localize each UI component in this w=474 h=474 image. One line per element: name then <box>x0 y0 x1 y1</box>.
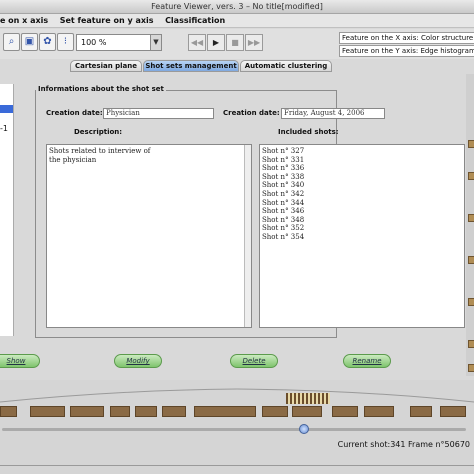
tab-automatic-clustering[interactable]: Automatic clustering <box>240 60 332 72</box>
list-item[interactable]: Shot n° 327 <box>262 147 462 156</box>
shot-set-list[interactable]: -1 <box>0 84 14 336</box>
tab-shot-sets-management[interactable]: Shot sets management <box>143 60 239 72</box>
timeline: Current shot:341 Frame n°50670 <box>0 380 474 474</box>
thumbnail-strip <box>466 74 474 376</box>
shot-segment[interactable] <box>364 406 394 417</box>
thumbnail-image[interactable] <box>468 140 474 148</box>
shot-segment[interactable] <box>0 406 17 417</box>
included-shots-label: Included shots: <box>278 128 339 136</box>
list-item[interactable]: Shot n° 342 <box>262 190 462 199</box>
window-title: Feature Viewer, vers. 3 – No title[modif… <box>0 0 474 14</box>
clustering-tool-icon[interactable]: ✿ <box>39 33 56 51</box>
stop-button[interactable]: ■ <box>226 34 244 51</box>
creation-label: Creation date: <box>46 109 103 117</box>
divider <box>0 465 474 466</box>
current-shot-status: Current shot:341 Frame n°50670 <box>337 440 470 449</box>
thumbnail-image[interactable] <box>468 256 474 264</box>
zoom-value: 100 % <box>81 38 107 47</box>
name-field[interactable]: Physician <box>103 108 214 119</box>
shot-segment[interactable] <box>135 406 157 417</box>
activity-curve <box>0 388 474 403</box>
scrollbar[interactable] <box>244 145 251 327</box>
rewind-button[interactable]: ◀◀ <box>188 34 206 51</box>
menu-bar: re on x axis Set feature on y axis Class… <box>0 14 474 28</box>
menu-classification[interactable]: Classification <box>165 16 225 25</box>
forward-button[interactable]: ▶▶ <box>245 34 263 51</box>
group-title: Informations about the shot set <box>36 85 166 93</box>
select-tool-icon[interactable]: ▣ <box>21 33 38 51</box>
shot-segment[interactable] <box>410 406 432 417</box>
description-line: the physician <box>49 155 97 164</box>
creation-date-label: Creation date: <box>223 109 280 117</box>
list-item[interactable]: Shot n° 338 <box>262 173 462 182</box>
shot-segment[interactable] <box>194 406 256 417</box>
modify-button[interactable]: Modify <box>114 354 162 368</box>
thumbnail-image[interactable] <box>468 298 474 306</box>
description-textarea[interactable]: Shots related to interview of the physic… <box>46 144 252 328</box>
rename-button[interactable]: Rename <box>343 354 391 368</box>
list-item[interactable]: Shot n° 354 <box>262 233 462 242</box>
delete-button[interactable]: Delete <box>230 354 278 368</box>
shot-segment[interactable] <box>292 406 322 417</box>
menu-set-feature-y[interactable]: Set feature on y axis <box>60 16 154 25</box>
list-item[interactable]: Shot n° 346 <box>262 207 462 216</box>
list-item[interactable]: Shot n° 340 <box>262 181 462 190</box>
tab-cartesian-plane[interactable]: Cartesian plane <box>70 60 142 72</box>
shot-segment[interactable] <box>262 406 288 417</box>
frame-slider-handle[interactable] <box>299 424 309 434</box>
shot-segment[interactable] <box>70 406 104 417</box>
thumbnail-image[interactable] <box>468 340 474 348</box>
creation-date-field[interactable]: Friday, August 4, 2006 <box>281 108 385 119</box>
thumbnail-image[interactable] <box>468 172 474 180</box>
chevron-down-icon[interactable]: ▼ <box>150 35 161 50</box>
shot-segment[interactable] <box>110 406 130 417</box>
y-feature-readout: Feature on the Y axis: Edge histogram <box>339 45 474 57</box>
list-item-selected[interactable] <box>0 105 13 113</box>
shot-segment[interactable] <box>332 406 358 417</box>
frame-slider-track[interactable] <box>2 428 466 431</box>
show-button[interactable]: Show <box>0 354 40 368</box>
list-item[interactable]: Shot n° 336 <box>262 164 462 173</box>
list-item[interactable]: Shot n° 331 <box>262 156 462 165</box>
shot-segment[interactable] <box>440 406 466 417</box>
shot-segment[interactable] <box>162 406 186 417</box>
points-tool-icon[interactable]: ⁝ <box>57 33 74 51</box>
list-item[interactable]: Shot n° 348 <box>262 216 462 225</box>
included-shots-list[interactable]: Shot n° 327 Shot n° 331 Shot n° 336 Shot… <box>259 144 465 328</box>
x-feature-readout: Feature on the X axis: Color structure <box>339 32 474 44</box>
play-button[interactable]: ▶ <box>207 34 225 51</box>
shot-segment[interactable] <box>30 406 65 417</box>
list-item[interactable]: -1 <box>0 124 8 133</box>
zoom-tool-icon[interactable]: ⌕ <box>3 33 20 51</box>
zoom-select[interactable]: 100 % ▼ <box>76 34 162 51</box>
description-line: Shots related to interview of <box>49 147 151 155</box>
shot-markers[interactable] <box>286 393 330 404</box>
thumbnail-image[interactable] <box>468 364 474 372</box>
menu-set-feature-x[interactable]: re on x axis <box>0 16 48 25</box>
list-item[interactable]: Shot n° 344 <box>262 199 462 208</box>
thumbnail-image[interactable] <box>468 214 474 222</box>
list-item[interactable]: Shot n° 352 <box>262 224 462 233</box>
description-label: Description: <box>74 128 123 136</box>
